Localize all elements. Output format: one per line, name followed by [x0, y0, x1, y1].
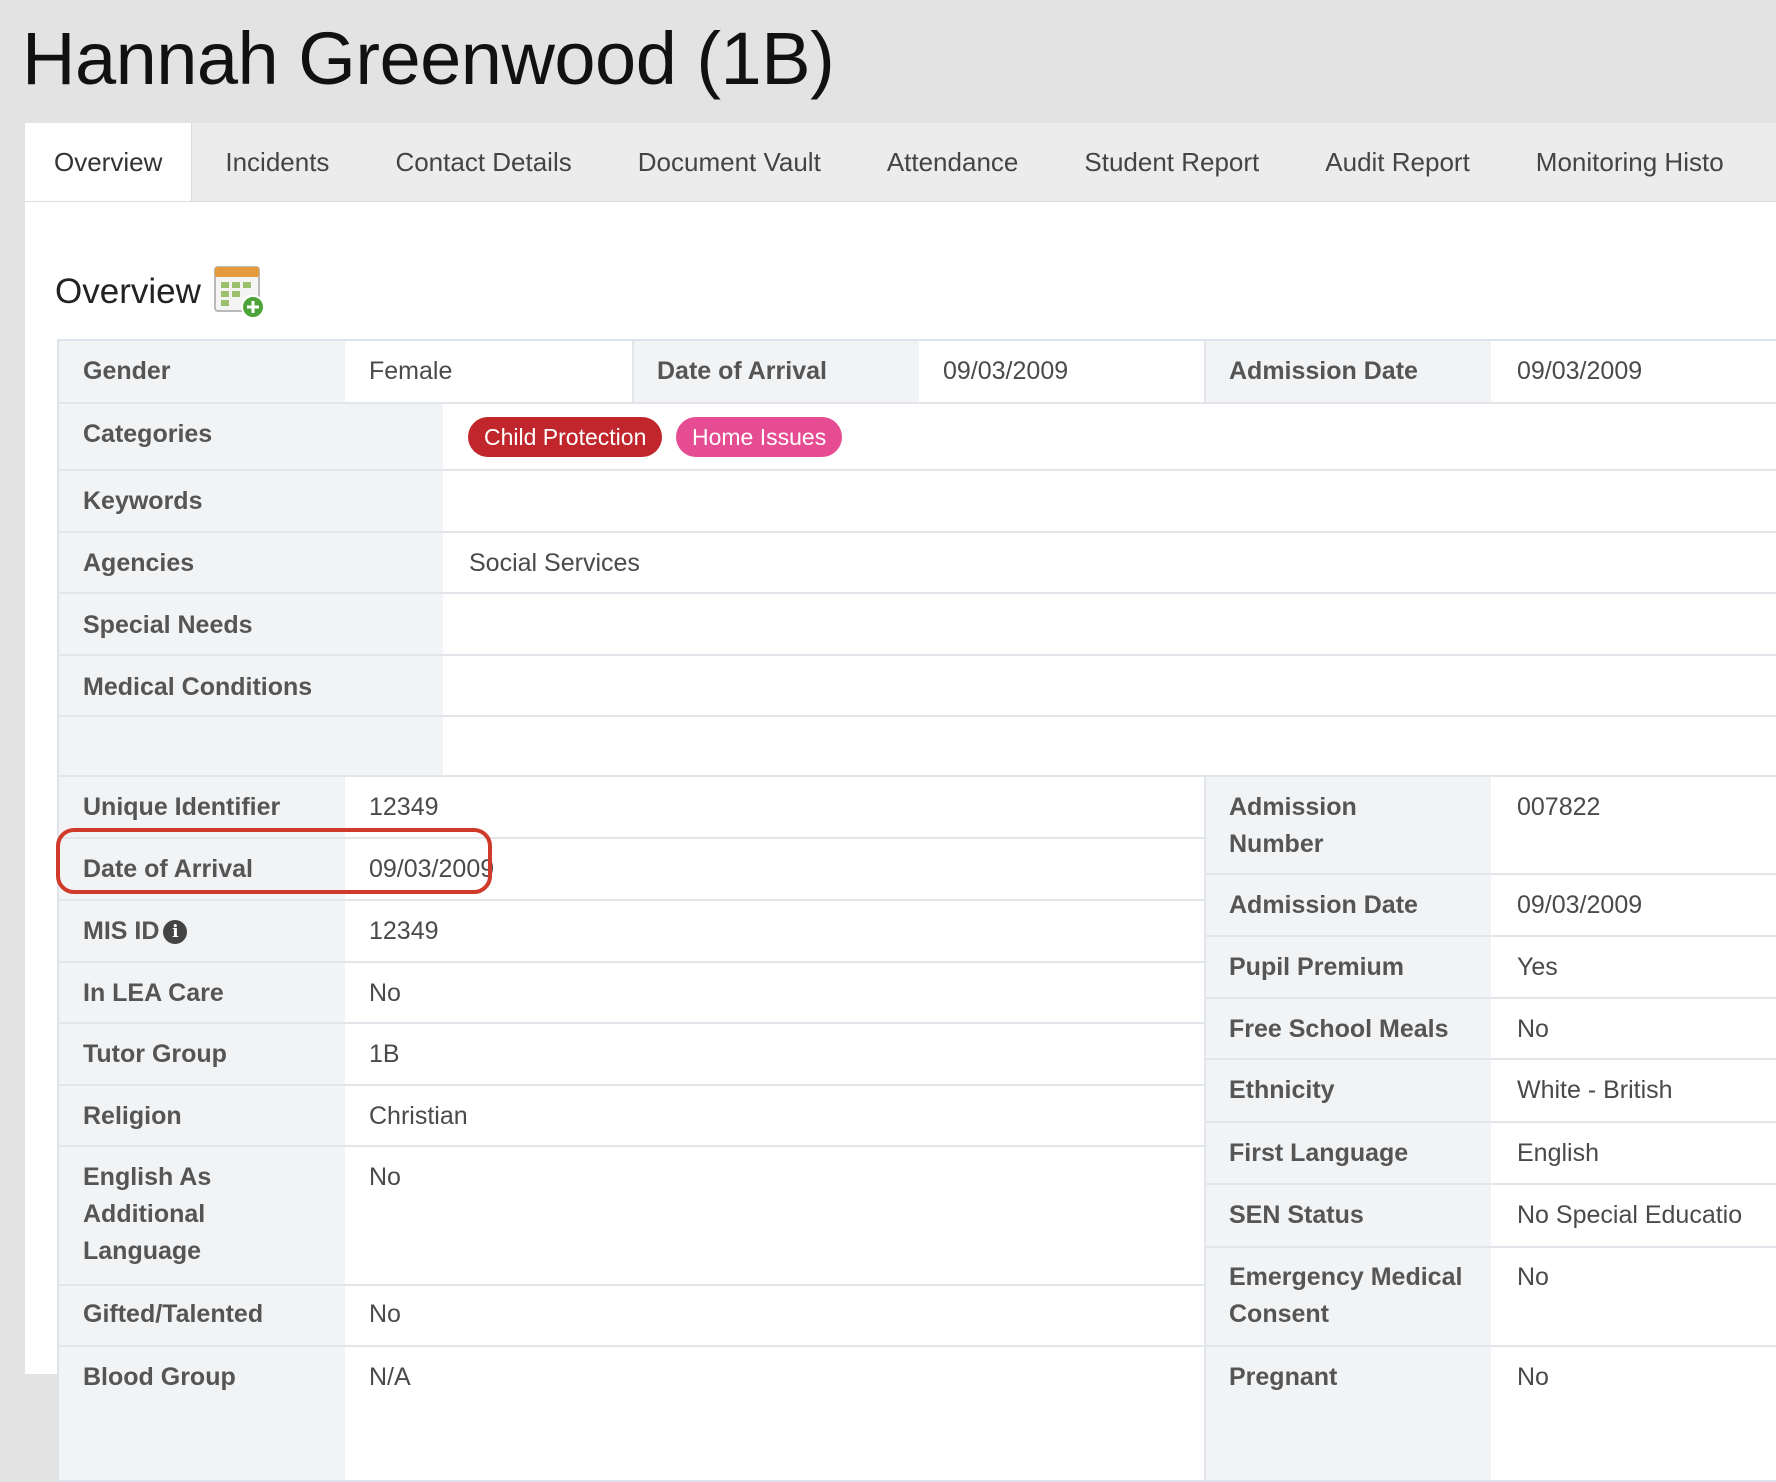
field-label: Tutor Group	[83, 1040, 227, 1068]
field-label: Gifted/Talented	[83, 1300, 264, 1328]
medical-conditions-label: Medical Conditions	[83, 673, 313, 701]
calendar-add-icon[interactable]	[213, 265, 265, 319]
field-value: 09/03/2009	[1517, 891, 1643, 919]
field-label: Pregnant	[1229, 1363, 1338, 1391]
gender-value: Female	[369, 357, 453, 385]
field-label: Admission Number	[1229, 793, 1357, 858]
category-badge[interactable]: Child Protection	[468, 417, 663, 457]
field-value: Christian	[369, 1102, 468, 1130]
field-label: In LEA Care	[83, 979, 224, 1007]
field-label: Admission Date	[1229, 891, 1418, 919]
info-icon[interactable]: i	[163, 920, 188, 944]
field-value: 1B	[369, 1040, 400, 1068]
mis-id-label-text: MIS ID	[83, 917, 160, 945]
field-value: 09/03/2009	[369, 855, 495, 883]
admission-date-label: Admission Date	[1229, 357, 1418, 385]
tab-overview[interactable]: Overview	[25, 123, 193, 201]
mis-id-label: MIS ID i	[83, 913, 188, 950]
field-label: Unique Identifier	[83, 793, 281, 821]
tab-bar: Overview Incidents Contact Details Docum…	[25, 123, 1776, 202]
field-value: No	[1517, 1363, 1549, 1391]
field-label: Pupil Premium	[1229, 953, 1405, 981]
field-value: No Special Educatio	[1517, 1201, 1743, 1229]
field-value: 12349	[369, 793, 439, 821]
arrival-label: Date of Arrival	[657, 357, 827, 385]
field-label: SEN Status	[1229, 1201, 1364, 1229]
field-value: White - British	[1517, 1076, 1673, 1104]
field-label: Free School Meals	[1229, 1015, 1449, 1043]
field-label: Emergency Medical Consent	[1229, 1263, 1463, 1328]
field-value: No	[1517, 1263, 1549, 1291]
tab-student-report[interactable]: Student Report	[1051, 123, 1292, 201]
arrival-value: 09/03/2009	[943, 357, 1069, 385]
gender-label: Gender	[83, 357, 171, 385]
tab-attendance[interactable]: Attendance	[854, 123, 1052, 201]
student-panel: Overview Incidents Contact Details Docum…	[25, 123, 1776, 1482]
overview-grid: Gender Female Date of Arrival 09/03/2009…	[57, 339, 1776, 1482]
admission-date-value: 09/03/2009	[1517, 357, 1643, 385]
field-value: 007822	[1517, 793, 1601, 821]
field-label: First Language	[1229, 1139, 1409, 1167]
tab-monitoring-history[interactable]: Monitoring Histo	[1503, 123, 1757, 201]
field-value: No	[1517, 1015, 1549, 1043]
field-value: No	[369, 979, 401, 1007]
agencies-value: Social Services	[469, 549, 640, 577]
special-needs-label: Special Needs	[83, 611, 253, 639]
field-value: No	[369, 1163, 401, 1191]
tab-contact-details[interactable]: Contact Details	[362, 123, 604, 201]
field-label: Ethnicity	[1229, 1076, 1335, 1104]
keywords-label: Keywords	[83, 487, 203, 515]
field-value: English	[1517, 1139, 1599, 1167]
section-header: Overview	[55, 265, 265, 319]
field-label: Religion	[83, 1102, 182, 1130]
category-badge[interactable]: Home Issues	[676, 417, 843, 457]
page-title: Hannah Greenwood (1B)	[22, 17, 835, 100]
field-label: Blood Group	[83, 1363, 236, 1391]
mis-id-value: 12349	[369, 917, 439, 945]
categories-label: Categories	[83, 420, 213, 448]
field-value: Yes	[1517, 953, 1558, 981]
field-value: No	[369, 1300, 401, 1328]
agencies-label: Agencies	[83, 549, 195, 577]
field-label: Date of Arrival	[83, 855, 253, 883]
tab-document-vault[interactable]: Document Vault	[605, 123, 854, 201]
section-title: Overview	[55, 272, 201, 311]
field-value: N/A	[369, 1363, 411, 1391]
field-label: English As Additional Language	[83, 1163, 212, 1265]
tab-incidents[interactable]: Incidents	[192, 123, 362, 201]
tab-audit-report[interactable]: Audit Report	[1292, 123, 1503, 201]
